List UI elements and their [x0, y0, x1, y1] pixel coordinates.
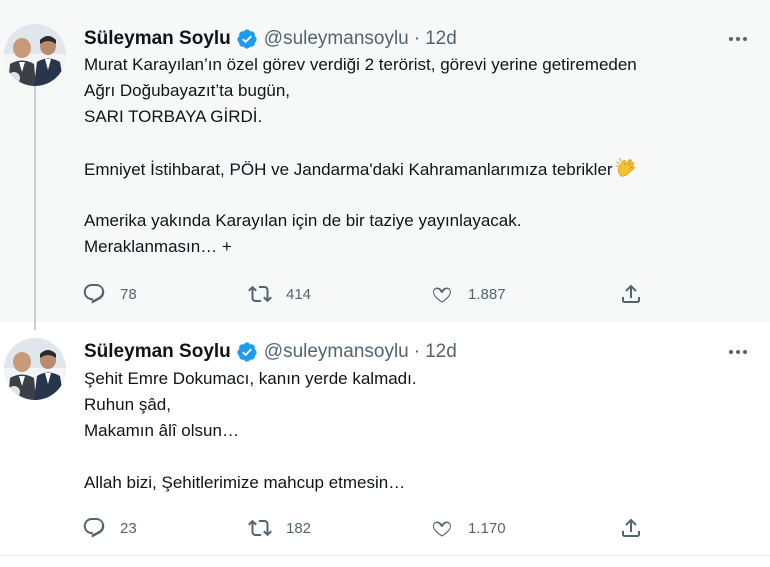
tweet-line: SARI TORBAYA GİRDİ.: [84, 107, 263, 126]
tweet-line: Allah bizi, Şehitlerimize mahcup etmesin…: [84, 473, 406, 492]
verified-badge-icon: [237, 342, 257, 362]
retweet-button[interactable]: 414: [248, 280, 311, 308]
divider: [0, 555, 770, 556]
author-name[interactable]: Süleyman Soylu: [84, 27, 231, 51]
retweet-icon: [248, 519, 272, 537]
header-separator: ·: [413, 341, 421, 362]
share-button[interactable]: [619, 514, 643, 542]
reply-count: 78: [120, 285, 137, 303]
tweet-line: Ağrı Doğubayazıt’ta bugün,: [84, 81, 291, 100]
retweet-count: 182: [286, 519, 312, 537]
tweet-line: Ruhun şâd,: [84, 395, 171, 414]
like-count: 1.887: [468, 285, 506, 303]
reply-count: 23: [120, 519, 137, 537]
tweet-header: Süleyman Soylu @suleymansoylu · 12d: [84, 27, 750, 51]
retweet-count: 414: [286, 285, 312, 303]
tweet-line: Amerika yakında Karayılan için de bir ta…: [84, 211, 522, 230]
tweet-header: Süleyman Soylu @suleymansoylu · 12d: [84, 340, 750, 364]
share-button[interactable]: [619, 280, 643, 308]
author-handle[interactable]: @suleymansoylu: [264, 340, 409, 364]
reply-icon: [83, 518, 105, 538]
reply-button[interactable]: 78: [82, 280, 137, 308]
share-icon: [622, 284, 640, 303]
share-icon: [622, 518, 640, 537]
retweet-button[interactable]: 182: [248, 514, 311, 542]
tweet-text: Murat Karayılan’ın özel görev verdiği 2 …: [84, 52, 740, 260]
tweet-text: Şehit Emre Dokumacı, kanın yerde kalmadı…: [84, 366, 740, 496]
tweet[interactable]: Süleyman Soylu @suleymansoylu · 12d Şehi…: [0, 322, 770, 555]
like-button[interactable]: 1.170: [430, 514, 506, 542]
tweet-actions: 78 414 1.887: [82, 280, 662, 308]
like-count: 1.170: [468, 519, 506, 537]
tweet-line: Şehit Emre Dokumacı, kanın yerde kalmadı…: [84, 369, 417, 388]
more-dots-icon[interactable]: [726, 340, 750, 364]
verified-badge-icon: [237, 29, 257, 49]
header-separator: ·: [413, 28, 421, 49]
tweet-line: Emniyet İstihbarat, PÖH ve Jandarma'daki…: [84, 156, 740, 182]
thread-connector-line: [34, 86, 36, 330]
avatar[interactable]: [4, 338, 66, 400]
tweet-line: Murat Karayılan’ın özel görev verdiği 2 …: [84, 55, 637, 74]
tweet-time[interactable]: 12d: [425, 27, 457, 51]
tweet-line: Makamın âlî olsun…: [84, 421, 239, 440]
reply-icon: [83, 284, 105, 304]
tweet-thread: Süleyman Soylu @suleymansoylu · 12d Mura…: [0, 0, 770, 567]
avatar[interactable]: [4, 24, 66, 86]
like-button[interactable]: 1.887: [430, 280, 506, 308]
author-handle[interactable]: @suleymansoylu: [264, 27, 409, 51]
tweet-actions: 23 182 1.170: [82, 514, 662, 542]
clapping-hands-emoji: [615, 158, 635, 177]
more-dots-icon[interactable]: [726, 27, 750, 51]
heart-icon: [433, 521, 451, 537]
author-name[interactable]: Süleyman Soylu: [84, 340, 231, 364]
tweet-time[interactable]: 12d: [425, 340, 457, 364]
tweet[interactable]: Süleyman Soylu @suleymansoylu · 12d Mura…: [0, 0, 770, 322]
tweet-line: Meraklanmasın… +: [84, 237, 232, 256]
reply-button[interactable]: 23: [82, 514, 137, 542]
heart-icon: [433, 287, 451, 303]
retweet-icon: [248, 285, 272, 303]
tweet-line-text: Emniyet İstihbarat, PÖH ve Jandarma'daki…: [84, 160, 613, 179]
